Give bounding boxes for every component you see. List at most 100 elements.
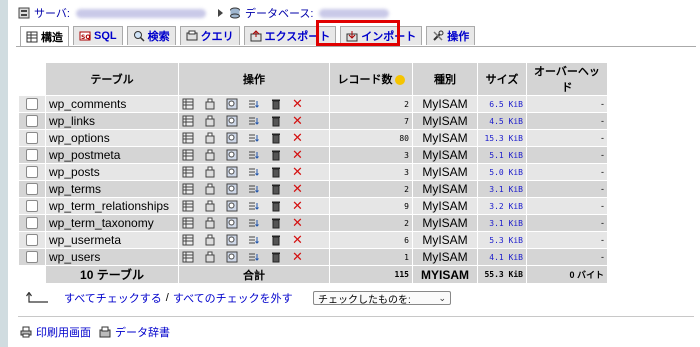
with-selected-dropdown[interactable]: チェックしたものを: ⌄ xyxy=(313,291,451,306)
insert-icon[interactable] xyxy=(248,183,260,195)
insert-icon[interactable] xyxy=(248,115,260,127)
lightbulb-icon[interactable] xyxy=(394,75,405,86)
table-size[interactable]: 5.0 KiB xyxy=(478,164,526,180)
drop-icon[interactable]: ✕ xyxy=(292,165,303,178)
structure-icon[interactable] xyxy=(204,149,216,161)
table-size[interactable]: 3.2 KiB xyxy=(478,198,526,214)
database-link[interactable]: データベース: xyxy=(245,5,314,21)
browse-icon[interactable] xyxy=(182,98,194,110)
table-name[interactable]: wp_comments xyxy=(46,96,178,112)
browse-icon[interactable] xyxy=(182,183,194,195)
table-name[interactable]: wp_postmeta xyxy=(46,147,178,163)
insert-icon[interactable] xyxy=(248,200,260,212)
drop-icon[interactable]: ✕ xyxy=(292,97,303,110)
drop-icon[interactable]: ✕ xyxy=(292,114,303,127)
search-icon[interactable] xyxy=(226,251,238,263)
tab-sql[interactable]: SQL SQL xyxy=(73,26,123,45)
empty-icon[interactable] xyxy=(270,217,282,229)
insert-icon[interactable] xyxy=(248,251,260,263)
structure-icon[interactable] xyxy=(204,200,216,212)
search-icon[interactable] xyxy=(226,149,238,161)
drop-icon[interactable]: ✕ xyxy=(292,131,303,144)
drop-icon[interactable]: ✕ xyxy=(292,250,303,263)
search-icon[interactable] xyxy=(226,132,238,144)
empty-icon[interactable] xyxy=(270,115,282,127)
structure-icon[interactable] xyxy=(204,115,216,127)
tab-search[interactable]: 検索 xyxy=(126,26,176,45)
drop-icon[interactable]: ✕ xyxy=(292,182,303,195)
header-overhead[interactable]: オーバーヘッド xyxy=(527,63,607,95)
table-size[interactable]: 4.5 KiB xyxy=(478,113,526,129)
structure-icon[interactable] xyxy=(204,98,216,110)
table-size[interactable]: 6.5 KiB xyxy=(478,96,526,112)
row-checkbox[interactable] xyxy=(26,132,38,145)
empty-icon[interactable] xyxy=(270,183,282,195)
table-size[interactable]: 4.1 KiB xyxy=(478,249,526,265)
browse-icon[interactable] xyxy=(182,217,194,229)
insert-icon[interactable] xyxy=(248,149,260,161)
search-icon[interactable] xyxy=(226,183,238,195)
structure-icon[interactable] xyxy=(204,234,216,246)
table-name[interactable]: wp_term_taxonomy xyxy=(46,215,178,231)
search-icon[interactable] xyxy=(226,98,238,110)
drop-icon[interactable]: ✕ xyxy=(292,233,303,246)
table-name[interactable]: wp_options xyxy=(46,130,178,146)
search-icon[interactable] xyxy=(226,234,238,246)
empty-icon[interactable] xyxy=(270,200,282,212)
print-view-link[interactable]: 印刷用画面 xyxy=(20,324,91,340)
header-table[interactable]: テーブル xyxy=(46,63,178,95)
drop-icon[interactable]: ✕ xyxy=(292,148,303,161)
row-checkbox[interactable] xyxy=(26,200,38,213)
structure-icon[interactable] xyxy=(204,166,216,178)
check-all-link[interactable]: すべてチェックする xyxy=(64,290,162,306)
data-dictionary-link[interactable]: データ辞書 xyxy=(99,324,170,340)
insert-icon[interactable] xyxy=(248,98,260,110)
browse-icon[interactable] xyxy=(182,251,194,263)
structure-icon[interactable] xyxy=(204,217,216,229)
table-size[interactable]: 15.3 KiB xyxy=(478,130,526,146)
uncheck-all-link[interactable]: すべてのチェックを外す xyxy=(173,290,293,306)
row-checkbox[interactable] xyxy=(26,183,38,196)
tab-structure[interactable]: 構造 xyxy=(20,26,69,47)
insert-icon[interactable] xyxy=(248,166,260,178)
insert-icon[interactable] xyxy=(248,217,260,229)
row-checkbox[interactable] xyxy=(26,115,38,128)
empty-icon[interactable] xyxy=(270,251,282,263)
browse-icon[interactable] xyxy=(182,200,194,212)
structure-icon[interactable] xyxy=(204,183,216,195)
search-icon[interactable] xyxy=(226,217,238,229)
empty-icon[interactable] xyxy=(270,132,282,144)
row-checkbox[interactable] xyxy=(26,98,38,111)
empty-icon[interactable] xyxy=(270,166,282,178)
browse-icon[interactable] xyxy=(182,149,194,161)
search-icon[interactable] xyxy=(226,200,238,212)
structure-icon[interactable] xyxy=(204,132,216,144)
row-checkbox[interactable] xyxy=(26,251,38,264)
header-type[interactable]: 種別 xyxy=(413,63,477,95)
search-icon[interactable] xyxy=(226,115,238,127)
row-checkbox[interactable] xyxy=(26,217,38,230)
row-checkbox[interactable] xyxy=(26,166,38,179)
drop-icon[interactable]: ✕ xyxy=(292,216,303,229)
header-records[interactable]: レコード数 xyxy=(330,63,412,95)
insert-icon[interactable] xyxy=(248,234,260,246)
structure-icon[interactable] xyxy=(204,251,216,263)
browse-icon[interactable] xyxy=(182,132,194,144)
table-size[interactable]: 3.1 KiB xyxy=(478,181,526,197)
insert-icon[interactable] xyxy=(248,132,260,144)
table-size[interactable]: 3.1 KiB xyxy=(478,215,526,231)
browse-icon[interactable] xyxy=(182,234,194,246)
table-name[interactable]: wp_usermeta xyxy=(46,232,178,248)
tab-query[interactable]: クエリ xyxy=(179,26,240,45)
browse-icon[interactable] xyxy=(182,115,194,127)
table-name[interactable]: wp_posts xyxy=(46,164,178,180)
table-name[interactable]: wp_users xyxy=(46,249,178,265)
table-name[interactable]: wp_terms xyxy=(46,181,178,197)
row-checkbox[interactable] xyxy=(26,234,38,247)
header-size[interactable]: サイズ xyxy=(478,63,526,95)
empty-icon[interactable] xyxy=(270,98,282,110)
tab-operations[interactable]: 操作 xyxy=(426,26,476,45)
server-link[interactable]: サーバ: xyxy=(34,5,70,21)
empty-icon[interactable] xyxy=(270,234,282,246)
table-size[interactable]: 5.3 KiB xyxy=(478,232,526,248)
